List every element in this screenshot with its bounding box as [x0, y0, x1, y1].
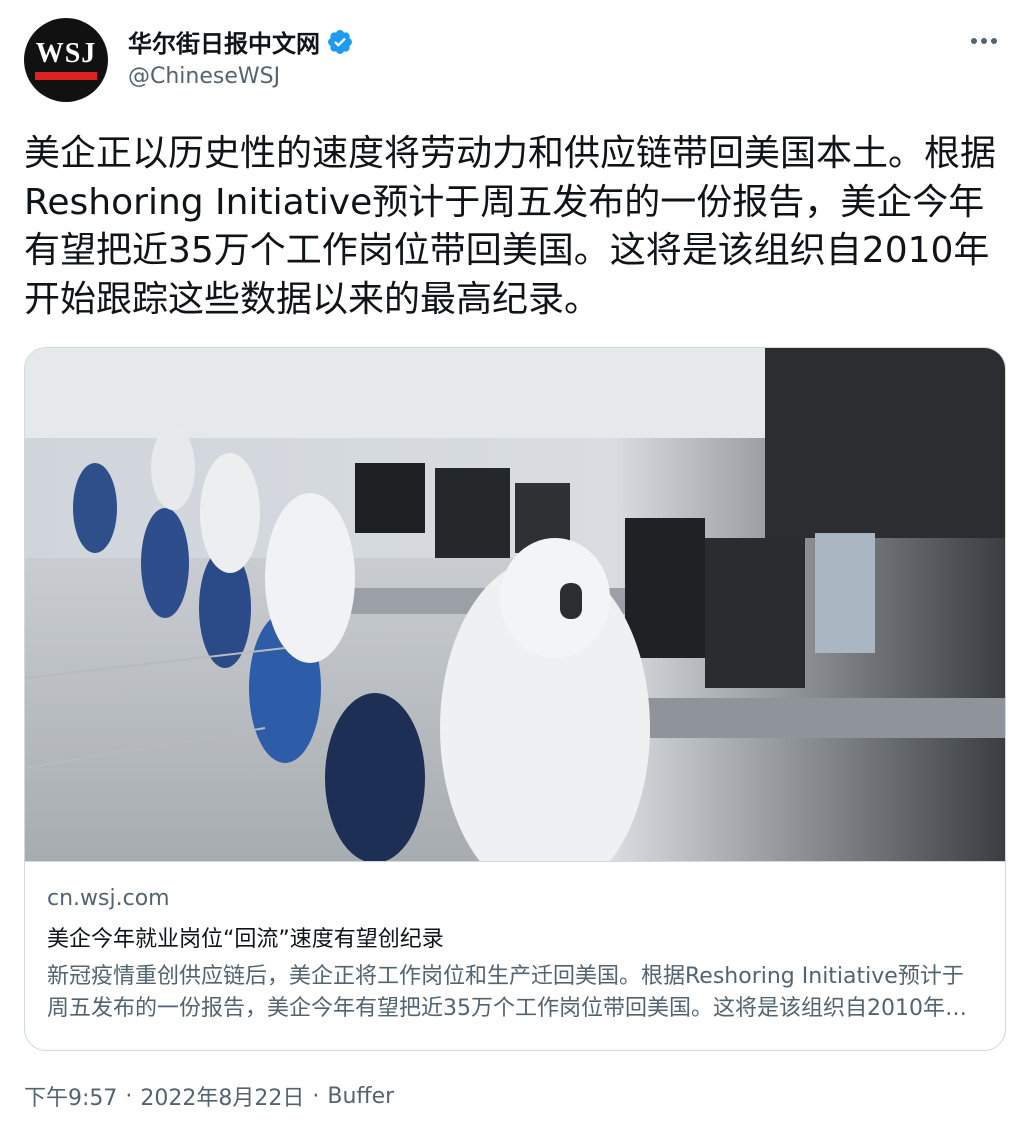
tweet-source[interactable]: Buffer	[327, 1084, 394, 1109]
card-title[interactable]: 美企今年就业岗位“回流”速度有望创纪录	[47, 921, 983, 953]
tweet-header: WSJ 华尔街日报中文网 @ChineseWSJ	[24, 18, 1004, 108]
name-row: 华尔街日报中文网	[128, 24, 354, 59]
separator-dot: ·	[312, 1083, 320, 1109]
cleanroom-illustration	[25, 348, 1005, 861]
tweet-date[interactable]: 2022年8月22日	[140, 1080, 304, 1112]
card-meta[interactable]: cn.wsj.com 美企今年就业岗位“回流”速度有望创纪录 新冠疫情重创供应链…	[25, 861, 1005, 1050]
user-handle[interactable]: @ChineseWSJ	[128, 64, 280, 89]
avatar[interactable]: WSJ	[24, 18, 108, 102]
tweet-text: 美企正以历史性的速度将劳动力和供应链带回美国本土。根据Reshoring Ini…	[24, 133, 997, 320]
display-name[interactable]: 华尔街日报中文网	[128, 24, 320, 59]
verified-badge-icon	[328, 29, 352, 54]
more-options-icon[interactable]	[964, 26, 1004, 56]
card-description: 新冠疫情重创供应链后，美企正将工作岗位和生产迁回美国。根据Reshoring I…	[47, 964, 967, 1021]
separator-dot: ·	[125, 1083, 133, 1109]
avatar-logo-text: WSJ	[35, 38, 97, 69]
tweet-time[interactable]: 下午9:57	[24, 1080, 117, 1112]
link-card[interactable]: cn.wsj.com 美企今年就业岗位“回流”速度有望创纪录 新冠疫情重创供应链…	[24, 347, 1006, 1051]
card-image-cleanroom-photo[interactable]	[25, 348, 1005, 861]
card-domain: cn.wsj.com	[47, 886, 170, 911]
avatar-logo-bar	[35, 72, 97, 80]
tweet-footer: 下午9:57 · 2022年8月22日 · Buffer	[24, 1080, 394, 1112]
